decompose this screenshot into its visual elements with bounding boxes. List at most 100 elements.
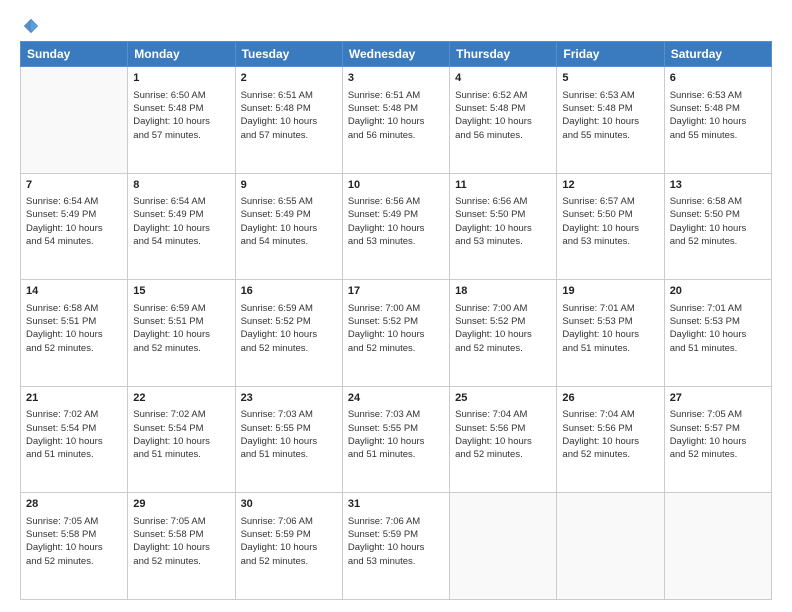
day-info-line: and 52 minutes. [241, 555, 337, 568]
day-info-line: and 51 minutes. [26, 448, 122, 461]
day-info-line: and 55 minutes. [670, 129, 766, 142]
day-number: 25 [455, 391, 551, 406]
day-info-line: Sunrise: 7:06 AM [241, 515, 337, 528]
day-info-line: Sunrise: 7:03 AM [348, 408, 444, 421]
calendar-cell: 24Sunrise: 7:03 AMSunset: 5:55 PMDayligh… [342, 386, 449, 493]
day-info-line: Daylight: 10 hours [348, 541, 444, 554]
day-info-line: Sunset: 5:49 PM [241, 208, 337, 221]
day-info-line: and 52 minutes. [670, 448, 766, 461]
day-info-line: Daylight: 10 hours [348, 435, 444, 448]
logo-icon [22, 17, 40, 35]
day-info-line: Daylight: 10 hours [241, 541, 337, 554]
day-info-line: and 51 minutes. [133, 448, 229, 461]
calendar-cell: 30 Sunrise: 7:06 AMSunset: 5:59 PMDayligh… [235, 493, 342, 600]
calendar-cell [664, 493, 771, 600]
day-info-line: Sunset: 5:59 PM [241, 528, 337, 541]
weekday-header-friday: Friday [557, 42, 664, 67]
day-info-line: and 51 minutes. [562, 342, 658, 355]
day-info-line: Daylight: 10 hours [133, 328, 229, 341]
day-number: 2 [241, 71, 337, 86]
calendar-cell: 25Sunrise: 7:04 AMSunset: 5:56 PMDayligh… [450, 386, 557, 493]
day-number: 23 [241, 391, 337, 406]
day-info-line: Daylight: 10 hours [455, 115, 551, 128]
day-number: 21 [26, 391, 122, 406]
day-info-line: Sunrise: 7:01 AM [670, 302, 766, 315]
calendar-cell [21, 67, 128, 174]
day-info-line: and 52 minutes. [455, 342, 551, 355]
day-info-line: Daylight: 10 hours [670, 115, 766, 128]
calendar-cell: 14Sunrise: 6:58 AMSunset: 5:51 PMDayligh… [21, 280, 128, 387]
day-info-line: Daylight: 10 hours [455, 222, 551, 235]
day-info-line: Daylight: 10 hours [26, 328, 122, 341]
day-info-line: Sunset: 5:53 PM [562, 315, 658, 328]
day-number: 12 [562, 178, 658, 193]
day-info-line: Sunset: 5:58 PM [26, 528, 122, 541]
day-info-line: and 52 minutes. [562, 448, 658, 461]
day-number: 30 [241, 497, 337, 512]
day-info-line: and 56 minutes. [348, 129, 444, 142]
day-number: 28 [26, 497, 122, 512]
day-info-line: Sunset: 5:53 PM [670, 315, 766, 328]
day-info-line: Sunset: 5:51 PM [26, 315, 122, 328]
calendar-cell: 1Sunrise: 6:50 AMSunset: 5:48 PMDaylight… [128, 67, 235, 174]
calendar-cell: 7Sunrise: 6:54 AMSunset: 5:49 PMDaylight… [21, 173, 128, 280]
day-info-line: Sunrise: 7:02 AM [26, 408, 122, 421]
day-info-line: Sunset: 5:54 PM [133, 422, 229, 435]
day-info-line: Daylight: 10 hours [133, 115, 229, 128]
day-info-line: Sunset: 5:48 PM [241, 102, 337, 115]
day-number: 3 [348, 71, 444, 86]
logo [20, 18, 40, 35]
day-info-line: Sunset: 5:52 PM [348, 315, 444, 328]
day-info-line: and 53 minutes. [348, 235, 444, 248]
day-info-line: Sunset: 5:48 PM [455, 102, 551, 115]
day-info-line: Sunset: 5:54 PM [26, 422, 122, 435]
weekday-header-wednesday: Wednesday [342, 42, 449, 67]
header [20, 18, 772, 35]
day-info-line: Sunrise: 7:04 AM [455, 408, 551, 421]
calendar-cell: 18Sunrise: 7:00 AMSunset: 5:52 PMDayligh… [450, 280, 557, 387]
day-info-line: Daylight: 10 hours [455, 328, 551, 341]
day-info-line: and 53 minutes. [455, 235, 551, 248]
day-info-line: Daylight: 10 hours [562, 435, 658, 448]
calendar-cell: 22Sunrise: 7:02 AMSunset: 5:54 PMDayligh… [128, 386, 235, 493]
day-info-line: Sunset: 5:49 PM [133, 208, 229, 221]
day-info-line: Daylight: 10 hours [26, 435, 122, 448]
day-number: 4 [455, 71, 551, 86]
day-info-line: Sunrise: 6:59 AM [241, 302, 337, 315]
day-number: 17 [348, 284, 444, 299]
day-number: 20 [670, 284, 766, 299]
calendar-cell: 17Sunrise: 7:00 AMSunset: 5:52 PMDayligh… [342, 280, 449, 387]
day-info-line: Sunset: 5:50 PM [562, 208, 658, 221]
week-row-4: 21Sunrise: 7:02 AMSunset: 5:54 PMDayligh… [21, 386, 772, 493]
day-info-line: and 53 minutes. [562, 235, 658, 248]
day-number: 8 [133, 178, 229, 193]
day-info-line: and 51 minutes. [348, 448, 444, 461]
day-number: 24 [348, 391, 444, 406]
day-info-line: and 54 minutes. [26, 235, 122, 248]
day-info-line: Sunrise: 6:51 AM [241, 89, 337, 102]
day-number: 18 [455, 284, 551, 299]
calendar-cell: 28Sunrise: 7:05 AMSunset: 5:58 PMDayligh… [21, 493, 128, 600]
week-row-5: 28Sunrise: 7:05 AMSunset: 5:58 PMDayligh… [21, 493, 772, 600]
day-info-line: Daylight: 10 hours [241, 115, 337, 128]
weekday-header-thursday: Thursday [450, 42, 557, 67]
calendar-cell: 3Sunrise: 6:51 AMSunset: 5:48 PMDaylight… [342, 67, 449, 174]
calendar-cell: 23Sunrise: 7:03 AMSunset: 5:55 PMDayligh… [235, 386, 342, 493]
day-info-line: and 52 minutes. [670, 235, 766, 248]
day-info-line: Sunset: 5:49 PM [348, 208, 444, 221]
calendar-cell: 6Sunrise: 6:53 AMSunset: 5:48 PMDaylight… [664, 67, 771, 174]
calendar-cell: 8Sunrise: 6:54 AMSunset: 5:49 PMDaylight… [128, 173, 235, 280]
day-info-line: Sunset: 5:50 PM [455, 208, 551, 221]
day-info-line: Sunrise: 6:56 AM [348, 195, 444, 208]
day-number: 5 [562, 71, 658, 86]
day-info-line: Daylight: 10 hours [455, 435, 551, 448]
day-number: 7 [26, 178, 122, 193]
day-number: 11 [455, 178, 551, 193]
day-info-line: and 52 minutes. [348, 342, 444, 355]
day-info-line: Sunset: 5:59 PM [348, 528, 444, 541]
day-info-line: Sunset: 5:48 PM [348, 102, 444, 115]
day-info-line: and 54 minutes. [241, 235, 337, 248]
day-info-line: Sunrise: 6:58 AM [670, 195, 766, 208]
day-info-line: Sunrise: 6:50 AM [133, 89, 229, 102]
day-info-line: Daylight: 10 hours [670, 328, 766, 341]
